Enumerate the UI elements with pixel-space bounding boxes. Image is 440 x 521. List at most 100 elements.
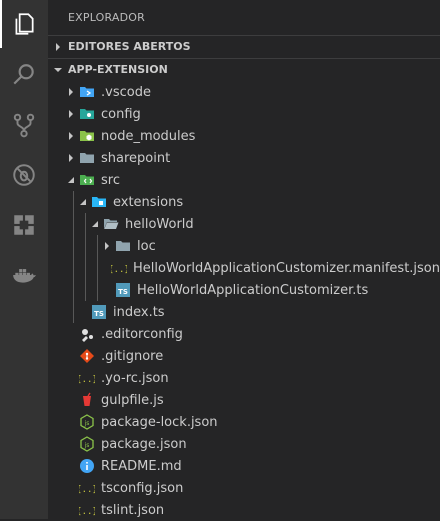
extensions-icon[interactable] bbox=[0, 201, 48, 249]
tree-item[interactable]: .vscode bbox=[48, 81, 440, 103]
twistie-spacer bbox=[99, 279, 115, 301]
chevron-right-icon bbox=[63, 81, 79, 103]
svg-text:TS: TS bbox=[94, 310, 104, 318]
tree-item-label: .gitignore bbox=[101, 348, 164, 364]
docker-icon[interactable] bbox=[0, 251, 48, 299]
twistie-spacer bbox=[75, 301, 91, 323]
tree-item[interactable]: .gitignore bbox=[48, 345, 440, 367]
activity-bar bbox=[0, 0, 48, 519]
indent-guide bbox=[85, 257, 86, 279]
indent-guide bbox=[97, 279, 98, 301]
explorer-title: EXPLORADOR bbox=[68, 11, 146, 24]
indent-guide bbox=[73, 235, 74, 257]
indent-guide bbox=[85, 213, 86, 235]
tree-item[interactable]: {..} HelloWorldApplicationCustomizer.mani… bbox=[48, 257, 440, 279]
folder-icon bbox=[115, 238, 131, 254]
open-editors-header[interactable]: EDITORES ABERTOS bbox=[48, 35, 440, 58]
folder-open-icon bbox=[103, 216, 119, 232]
active-indicator bbox=[0, 0, 2, 48]
tree-item[interactable]: .editorconfig bbox=[48, 323, 440, 345]
indent-guide bbox=[97, 235, 98, 257]
file-tree: .vscode config node_modules sharepoint src ex… bbox=[48, 81, 440, 521]
tree-item-label: config bbox=[101, 106, 141, 122]
svg-text:{..}: {..} bbox=[111, 265, 127, 275]
editorconfig-icon bbox=[79, 326, 95, 342]
npm-icon: js bbox=[79, 414, 95, 430]
info-icon bbox=[79, 458, 95, 474]
explorer-icon[interactable] bbox=[0, 0, 48, 48]
tree-item[interactable]: js package-lock.json bbox=[48, 411, 440, 433]
svg-text:TS: TS bbox=[118, 288, 128, 296]
tree-item[interactable]: README.md bbox=[48, 455, 440, 477]
twistie-spacer bbox=[63, 389, 79, 411]
chevron-down-icon bbox=[48, 66, 68, 74]
chevron-right-icon bbox=[63, 147, 79, 169]
tree-item[interactable]: extensions bbox=[48, 191, 440, 213]
twistie-spacer bbox=[63, 455, 79, 477]
tree-item-label: HelloWorldApplicationCustomizer.manifest… bbox=[133, 260, 440, 276]
node-folder-icon bbox=[79, 128, 95, 144]
twistie-spacer bbox=[63, 345, 79, 367]
svg-text:js: js bbox=[84, 442, 90, 449]
tree-item-label: node_modules bbox=[101, 128, 196, 144]
tree-item-label: .vscode bbox=[101, 84, 151, 100]
tree-item[interactable]: helloWorld bbox=[48, 213, 440, 235]
chevron-right-icon bbox=[99, 235, 115, 257]
tree-item-label: package-lock.json bbox=[101, 414, 218, 430]
tree-item-label: src bbox=[101, 172, 120, 188]
tree-item[interactable]: {..} .yo-rc.json bbox=[48, 367, 440, 389]
source-control-icon[interactable] bbox=[0, 101, 48, 149]
tree-item-label: helloWorld bbox=[125, 216, 194, 232]
indent-guide bbox=[73, 257, 74, 279]
tree-item-label: gulpfile.js bbox=[101, 392, 164, 408]
tree-item[interactable]: sharepoint bbox=[48, 147, 440, 169]
json-icon: {..} bbox=[111, 260, 127, 276]
tree-item[interactable]: node_modules bbox=[48, 125, 440, 147]
tree-item[interactable]: {..} tslint.json bbox=[48, 499, 440, 521]
indent-guide bbox=[85, 279, 86, 301]
debug-icon[interactable] bbox=[0, 151, 48, 199]
twistie-spacer bbox=[99, 257, 111, 279]
tree-item[interactable]: TS HelloWorldApplicationCustomizer.ts bbox=[48, 279, 440, 301]
chevron-right-icon bbox=[48, 43, 68, 51]
svg-text:{..}: {..} bbox=[79, 375, 95, 385]
indent-guide bbox=[73, 213, 74, 235]
vscode-folder-icon bbox=[79, 84, 95, 100]
tree-item[interactable]: TS index.ts bbox=[48, 301, 440, 323]
config-folder-icon bbox=[79, 106, 95, 122]
tree-item[interactable]: gulpfile.js bbox=[48, 389, 440, 411]
tree-item-label: sharepoint bbox=[101, 150, 171, 166]
tree-item-label: .yo-rc.json bbox=[101, 370, 169, 386]
project-header[interactable]: APP-EXTENSION bbox=[48, 58, 440, 81]
tree-item[interactable]: src bbox=[48, 169, 440, 191]
tree-item-label: HelloWorldApplicationCustomizer.ts bbox=[137, 282, 369, 298]
explorer-sidebar: EXPLORADOR EDITORES ABERTOS APP-EXTENSIO… bbox=[48, 0, 440, 519]
tree-item[interactable]: config bbox=[48, 103, 440, 125]
json-icon: {..} bbox=[79, 502, 95, 518]
json-icon: {..} bbox=[79, 480, 95, 496]
chevron-right-icon bbox=[63, 103, 79, 125]
svg-text:{..}: {..} bbox=[79, 485, 95, 495]
indent-guide bbox=[73, 279, 74, 301]
tree-item[interactable]: loc bbox=[48, 235, 440, 257]
svg-text:{..}: {..} bbox=[79, 507, 95, 517]
folder-icon bbox=[79, 150, 95, 166]
tree-item-label: index.ts bbox=[113, 304, 165, 320]
ts-icon: TS bbox=[91, 304, 107, 320]
indent-guide bbox=[73, 191, 74, 213]
json-icon: {..} bbox=[79, 370, 95, 386]
twistie-spacer bbox=[63, 367, 79, 389]
indent-guide bbox=[97, 257, 98, 279]
tree-item[interactable]: js package.json bbox=[48, 433, 440, 455]
tree-item[interactable]: {..} tsconfig.json bbox=[48, 477, 440, 499]
tree-item-label: loc bbox=[137, 238, 156, 254]
npm-icon: js bbox=[79, 436, 95, 452]
tree-item-label: .editorconfig bbox=[101, 326, 183, 342]
tree-item-label: README.md bbox=[101, 458, 182, 474]
twistie-spacer bbox=[63, 411, 79, 433]
search-icon[interactable] bbox=[0, 51, 48, 99]
project-label: APP-EXTENSION bbox=[68, 63, 168, 76]
indent-guide bbox=[73, 301, 74, 323]
indent-guide bbox=[85, 235, 86, 257]
gulp-icon bbox=[79, 392, 95, 408]
